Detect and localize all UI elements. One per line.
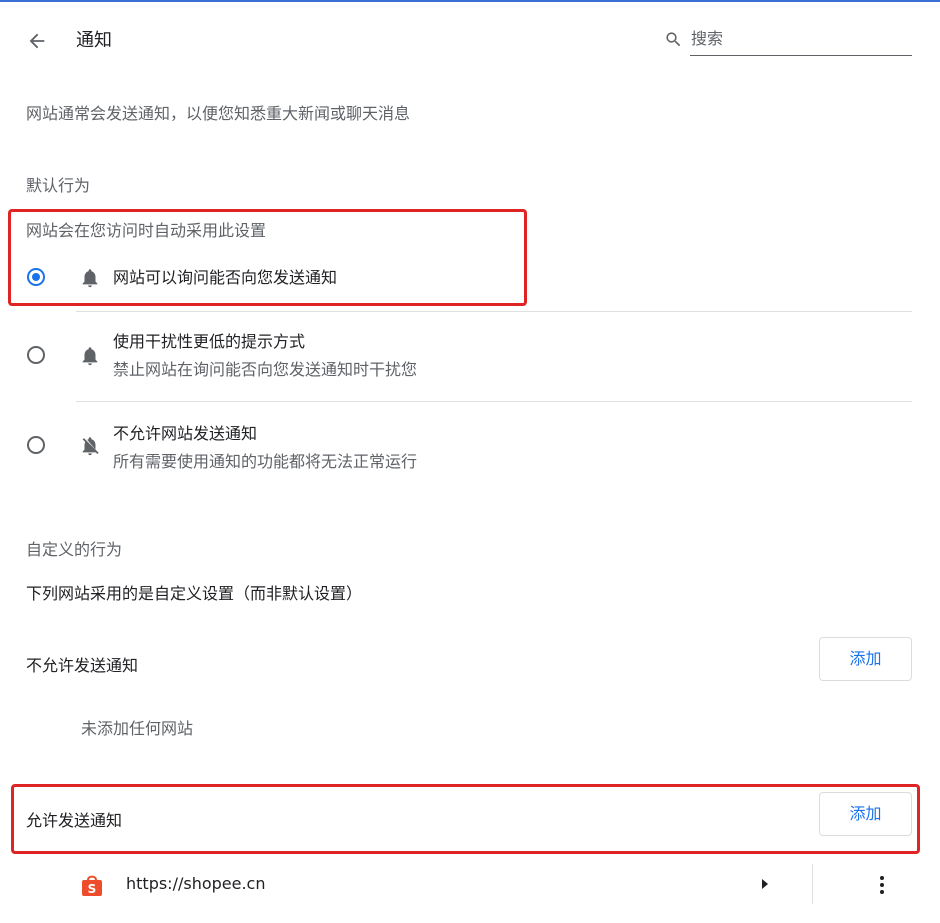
more-vert-icon[interactable] (872, 874, 892, 896)
custom-behavior-subheading: 下列网站采用的是自定义设置（而非默认设置） (26, 584, 363, 603)
default-behavior-heading: 默认行为 (26, 176, 91, 195)
divider (76, 401, 912, 402)
arrow-back-icon[interactable] (26, 30, 48, 52)
block-empty-text: 未添加任何网站 (81, 719, 194, 738)
bell-off-icon (82, 437, 99, 456)
divider (76, 311, 912, 312)
chevron-right-icon[interactable] (758, 876, 772, 892)
option-block-sublabel: 所有需要使用通知的功能都将无法正常运行 (113, 452, 418, 471)
site-row[interactable]: S https://shopee.cn (76, 860, 916, 910)
page-description: 网站通常会发送通知，以便您知悉重大新闻或聊天消息 (26, 104, 411, 123)
page-title: 通知 (76, 30, 112, 51)
option-allow-ask-label: 网站可以询问能否向您发送通知 (113, 268, 338, 287)
window-top-border (0, 0, 940, 2)
row-separator (812, 864, 813, 904)
allow-section-label: 允许发送通知 (26, 811, 123, 830)
option-quieter-label: 使用干扰性更低的提示方式 (113, 332, 306, 351)
bell-icon (82, 347, 98, 366)
radio-allow-ask[interactable] (27, 268, 45, 286)
default-behavior-subheading: 网站会在您访问时自动采用此设置 (26, 221, 267, 240)
search-input[interactable]: 搜索 (691, 29, 723, 49)
add-allow-site-button[interactable]: 添加 (819, 792, 912, 836)
site-url[interactable]: https://shopee.cn (126, 874, 265, 894)
highlight-box-allow (11, 784, 920, 854)
radio-block-notifications[interactable] (27, 436, 45, 454)
search-underline (690, 55, 912, 56)
bell-icon (82, 269, 98, 288)
block-section-label: 不允许发送通知 (26, 656, 139, 675)
radio-quieter-prompts[interactable] (27, 346, 45, 364)
svg-text:S: S (88, 882, 97, 896)
shopee-icon: S (82, 875, 102, 896)
add-block-site-button[interactable]: 添加 (819, 637, 912, 681)
option-quieter-sublabel: 禁止网站在询问能否向您发送通知时干扰您 (113, 360, 418, 379)
search-icon[interactable] (664, 30, 683, 49)
custom-behavior-heading: 自定义的行为 (26, 540, 123, 559)
option-block-label: 不允许网站发送通知 (113, 424, 258, 443)
